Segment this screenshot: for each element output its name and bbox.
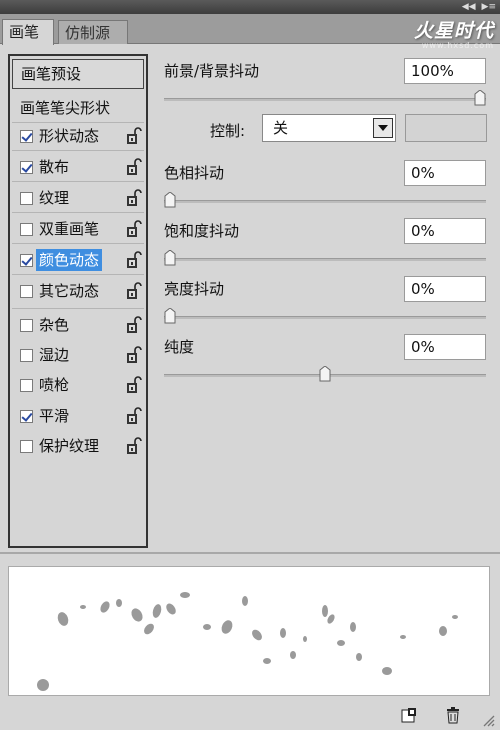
divider: [12, 243, 144, 244]
brightness-jitter-input[interactable]: 0%: [404, 276, 486, 302]
option-other-dynamics[interactable]: 其它动态: [12, 279, 144, 303]
texture-checkbox[interactable]: [20, 191, 33, 205]
option-noise[interactable]: 杂色: [12, 313, 144, 337]
option-label: 湿边: [39, 346, 70, 364]
option-texture[interactable]: 纹理: [12, 186, 144, 210]
divider: [12, 212, 144, 213]
slider-thumb[interactable]: [164, 192, 176, 208]
watermark-url: www.hxsd.com: [421, 41, 494, 50]
divider: [12, 181, 144, 182]
brush-options-list: 画笔预设 画笔笔尖形状 形状动态 散布 纹理 双重画笔 颜色动态 其它动态 杂色: [8, 54, 148, 548]
slider-thumb[interactable]: [319, 366, 331, 382]
smoothing-checkbox[interactable]: [20, 409, 33, 423]
protect-texture-checkbox[interactable]: [20, 439, 33, 453]
color-dynamics-checkbox[interactable]: [20, 253, 33, 267]
slider-thumb[interactable]: [164, 308, 176, 324]
lock-icon[interactable]: [126, 158, 142, 176]
option-label: 喷枪: [39, 376, 70, 394]
option-label: 平滑: [39, 407, 70, 425]
shape-dynamics-checkbox[interactable]: [20, 129, 33, 143]
scattering-checkbox[interactable]: [20, 160, 33, 174]
brush-dabs-preview: [37, 592, 458, 691]
tab-brush[interactable]: 画笔: [2, 19, 54, 45]
brightness-jitter-label: 亮度抖动: [164, 280, 225, 298]
lock-icon[interactable]: [126, 127, 142, 145]
watermark-title: 火星时代: [413, 20, 494, 42]
lock-icon[interactable]: [126, 437, 142, 455]
saturation-jitter-input[interactable]: 0%: [404, 218, 486, 244]
fg-bg-jitter-input[interactable]: 100%: [404, 58, 486, 84]
new-preset-icon[interactable]: [400, 706, 418, 724]
other-dynamics-checkbox[interactable]: [20, 284, 33, 298]
option-scattering[interactable]: 散布: [12, 155, 144, 179]
purity-input[interactable]: 0%: [404, 334, 486, 360]
option-label: 其它动态: [39, 282, 100, 300]
lock-icon[interactable]: [126, 251, 142, 269]
option-label: 保护纹理: [39, 437, 100, 455]
option-label: 双重画笔: [39, 220, 100, 238]
lock-icon[interactable]: [126, 407, 142, 425]
option-label: 散布: [39, 158, 70, 176]
option-smoothing[interactable]: 平滑: [12, 404, 144, 428]
resize-grip-icon[interactable]: [478, 710, 496, 728]
panel-menu-icon[interactable]: ▶≡: [482, 0, 496, 14]
collapse-panel-icon[interactable]: ◀◀: [462, 0, 476, 14]
brightness-jitter-slider[interactable]: [164, 308, 486, 324]
airbrush-checkbox[interactable]: [20, 378, 33, 392]
noise-checkbox[interactable]: [20, 318, 33, 332]
watermark-logo: 火星时代 www.hxsd.com: [324, 16, 494, 52]
divider: [12, 122, 144, 123]
lock-icon[interactable]: [126, 220, 142, 238]
panel-titlebar: ◀◀ ▶≡: [0, 0, 500, 14]
lock-icon[interactable]: [126, 189, 142, 207]
divider: [0, 552, 500, 554]
purity-label: 纯度: [164, 338, 195, 356]
panel-footer: [0, 700, 500, 730]
divider: [12, 308, 144, 309]
option-label: 形状动态: [39, 127, 100, 145]
option-airbrush[interactable]: 喷枪: [12, 373, 144, 397]
option-shape-dynamics[interactable]: 形状动态: [12, 124, 144, 148]
control-value: 关: [273, 119, 289, 137]
hue-jitter-label: 色相抖动: [164, 164, 225, 182]
option-protect-texture[interactable]: 保护纹理: [12, 434, 144, 458]
lock-icon[interactable]: [126, 282, 142, 300]
option-color-dynamics[interactable]: 颜色动态: [12, 248, 144, 272]
fg-bg-jitter-label: 前景/背景抖动: [164, 62, 260, 80]
divider: [12, 274, 144, 275]
trash-icon[interactable]: [444, 706, 462, 724]
brush-tip-shape-item[interactable]: 画笔笔尖形状: [12, 96, 144, 120]
dropdown-arrow-icon[interactable]: [373, 118, 393, 138]
option-dual-brush[interactable]: 双重画笔: [12, 217, 144, 241]
hue-jitter-slider[interactable]: [164, 192, 486, 208]
lock-icon[interactable]: [126, 316, 142, 334]
slider-thumb[interactable]: [474, 90, 486, 106]
saturation-jitter-slider[interactable]: [164, 250, 486, 266]
control-label: 控制:: [210, 122, 246, 140]
option-label: 纹理: [39, 189, 70, 207]
option-label: 杂色: [39, 316, 70, 334]
tab-clone-source[interactable]: 仿制源: [58, 20, 128, 44]
slider-thumb[interactable]: [164, 250, 176, 266]
option-label: 颜色动态: [36, 249, 103, 271]
dual-brush-checkbox[interactable]: [20, 222, 33, 236]
control-select[interactable]: 关: [262, 114, 396, 142]
purity-slider[interactable]: [164, 366, 486, 382]
control-field-disabled: [405, 114, 487, 142]
fg-bg-jitter-slider[interactable]: [164, 90, 486, 106]
divider: [12, 150, 144, 151]
brush-presets-button[interactable]: 画笔预设: [12, 59, 144, 89]
lock-icon[interactable]: [126, 376, 142, 394]
hue-jitter-input[interactable]: 0%: [404, 160, 486, 186]
saturation-jitter-label: 饱和度抖动: [164, 222, 240, 240]
wet-edges-checkbox[interactable]: [20, 348, 33, 362]
option-wet-edges[interactable]: 湿边: [12, 343, 144, 367]
brush-stroke-preview: [8, 566, 490, 696]
lock-icon[interactable]: [126, 346, 142, 364]
